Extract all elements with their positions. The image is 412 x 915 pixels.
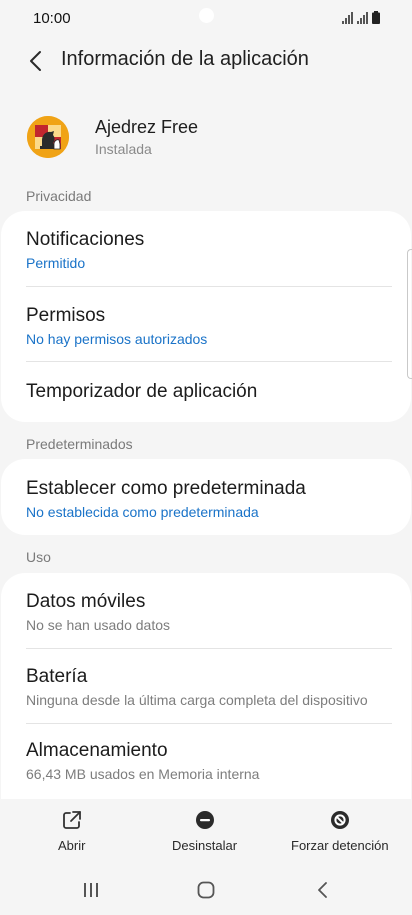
- home-icon: [197, 881, 215, 899]
- battery-icon: [372, 11, 380, 24]
- privacy-card: Notificaciones Permitido Permisos No hay…: [1, 211, 411, 422]
- back-icon: [318, 882, 327, 898]
- page-title: Información de la aplicación: [61, 48, 309, 70]
- divider: [26, 648, 392, 649]
- force-stop-button[interactable]: Forzar detención: [287, 800, 393, 860]
- divider: [26, 723, 392, 724]
- set-default-item[interactable]: Establecer como predeterminada No establ…: [1, 478, 411, 520]
- section-label-privacy: Privacidad: [26, 188, 92, 204]
- notifications-item[interactable]: Notificaciones Permitido: [1, 229, 411, 271]
- mobile-data-item[interactable]: Datos móviles No se han usado datos: [1, 591, 411, 633]
- bottom-action-bar: Abrir Desinstalar Forzar detención: [0, 800, 412, 860]
- storage-item[interactable]: Almacenamiento 66,43 MB usados en Memori…: [1, 740, 411, 782]
- camera-cutout: [199, 8, 214, 23]
- navigation-bar: [0, 865, 412, 915]
- app-timer-title: Temporizador de aplicación: [26, 381, 258, 402]
- open-label: Abrir: [58, 838, 86, 853]
- uninstall-button[interactable]: Desinstalar: [165, 800, 245, 860]
- usage-card: Datos móviles No se han usado datos Bate…: [1, 573, 411, 799]
- status-time: 10:00: [33, 10, 71, 27]
- minus-circle-icon: [196, 811, 214, 829]
- set-default-status: No establecida como predeterminada: [26, 504, 259, 520]
- mobile-data-title: Datos móviles: [26, 591, 146, 612]
- status-bar: 10:00: [0, 0, 412, 36]
- storage-title: Almacenamiento: [26, 740, 168, 761]
- app-bar: Información de la aplicación: [0, 36, 412, 86]
- app-timer-item[interactable]: Temporizador de aplicación: [1, 381, 411, 403]
- battery-status: Ninguna desde la última carga completa d…: [26, 692, 368, 708]
- nav-back-button[interactable]: [307, 877, 337, 903]
- battery-title: Batería: [26, 666, 88, 687]
- app-header: Ajedrez Free Instalada: [0, 108, 412, 168]
- defaults-card: Establecer como predeterminada No establ…: [1, 459, 411, 535]
- back-button[interactable]: [20, 46, 50, 76]
- force-stop-label: Forzar detención: [291, 838, 389, 853]
- chess-app-icon: [27, 116, 69, 158]
- notifications-title: Notificaciones: [26, 229, 145, 250]
- divider: [26, 286, 392, 287]
- permissions-status: No hay permisos autorizados: [26, 331, 208, 347]
- mobile-data-status: No se han usado datos: [26, 617, 170, 633]
- chevron-left-icon: [30, 51, 41, 71]
- section-label-usage: Uso: [26, 549, 51, 565]
- notifications-status: Permitido: [26, 255, 86, 271]
- section-label-defaults: Predeterminados: [26, 436, 133, 452]
- recents-button[interactable]: [76, 877, 106, 903]
- divider: [26, 361, 392, 362]
- permissions-title: Permisos: [26, 305, 106, 326]
- status-icons: [342, 11, 380, 24]
- signal-icon: [357, 12, 368, 24]
- home-button[interactable]: [191, 877, 221, 903]
- open-button[interactable]: Abrir: [35, 800, 110, 860]
- signal-icon: [342, 12, 353, 24]
- scroll-indicator[interactable]: [407, 249, 412, 379]
- app-name: Ajedrez Free: [95, 117, 199, 137]
- uninstall-label: Desinstalar: [172, 838, 238, 853]
- open-external-icon: [63, 811, 81, 829]
- storage-status: 66,43 MB usados en Memoria interna: [26, 766, 260, 782]
- battery-item[interactable]: Batería Ninguna desde la última carga co…: [1, 666, 411, 708]
- set-default-title: Establecer como predeterminada: [26, 478, 306, 499]
- permissions-item[interactable]: Permisos No hay permisos autorizados: [1, 305, 411, 347]
- recents-icon: [84, 883, 98, 897]
- block-icon: [331, 811, 349, 829]
- app-install-status: Instalada: [95, 141, 152, 157]
